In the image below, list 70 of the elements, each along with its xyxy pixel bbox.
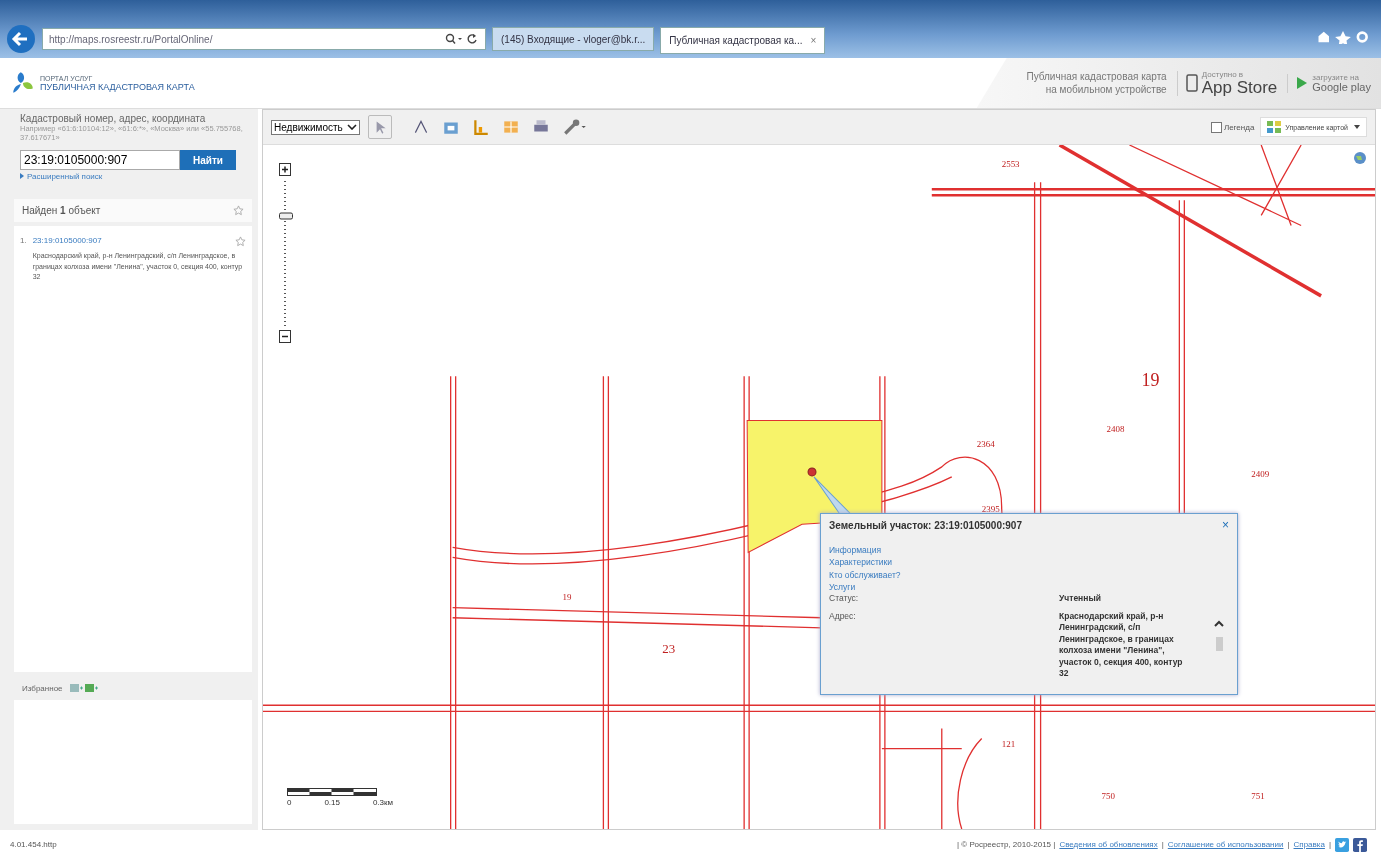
close-tab-button[interactable]: × [810, 35, 817, 46]
separator: | [1328, 840, 1331, 849]
parcel-number-label: 751 [1251, 790, 1265, 801]
field-label: Статус: [829, 593, 860, 605]
parcel-number-label: 121 [1001, 738, 1016, 749]
star-icon[interactable] [235, 236, 246, 247]
parcel-number-label: 2395 [981, 504, 1000, 515]
scale-label: 0 [287, 798, 292, 807]
popup-link[interactable]: Услуги [829, 580, 1229, 594]
legend-checkbox[interactable]: Легенда [1210, 121, 1255, 133]
search-refresh-icon[interactable] [445, 33, 479, 45]
search-field[interactable]: 23:19:0105000:907 [20, 150, 180, 170]
find-button[interactable]: Найти [180, 150, 236, 170]
field-value: Краснодарский край, р-н Ленинградский, с/п Ленинградское, в границах колхоза имени "Ленина", участок 0, секция 400, контур 32 [1059, 610, 1184, 680]
grid-icon [1267, 121, 1282, 133]
star-icon[interactable] [233, 205, 244, 216]
popup-title: Земельный участок: 23:19:0105000:907 [829, 519, 1022, 531]
popup-link[interactable]: Характеристики [829, 556, 1229, 569]
browser-tab[interactable]: Публичная кадастровая ка... × [660, 27, 826, 54]
facebook-icon[interactable] [1353, 837, 1367, 852]
parcel-number-label: 2364 [976, 438, 995, 449]
play-icon [1296, 74, 1309, 92]
globe-icon[interactable] [1353, 151, 1367, 165]
cadastral-number-link[interactable]: 23:19:0105000:907 [32, 236, 102, 247]
scale-label: 0.3км [372, 798, 393, 807]
field-value: Учтенный [1059, 593, 1102, 605]
footer-link[interactable]: Справка [1293, 840, 1325, 849]
parcel-number-label: 2408 [1106, 423, 1125, 434]
site-title: ПУБЛИЧНАЯ КАДАСТРОВАЯ КАРТА [40, 81, 195, 92]
favorites-title: Избранное [22, 683, 63, 693]
footer-link[interactable]: Сведения об обновлениях [1059, 840, 1158, 849]
zoom-in-button[interactable] [279, 163, 291, 176]
result-index: 1. [20, 236, 27, 247]
chevron-down-icon [346, 124, 357, 130]
logo-icon [12, 70, 34, 96]
phone-icon [1185, 74, 1198, 92]
zoom-slider-thumb[interactable] [279, 212, 293, 219]
parcel-number-label: 2553 [1001, 159, 1020, 170]
parcel-number-label: 2409 [1251, 468, 1270, 479]
browser-tab[interactable]: (145) Входящие - vloger@bk.r... [492, 27, 655, 51]
parcel-number-label: 19 [1141, 370, 1160, 391]
promo-text: Публичная кадастровая карта на мобильном устройстве [1025, 70, 1167, 96]
caret-icon [1354, 125, 1360, 129]
advanced-search-link[interactable]: Расширенный поиск [20, 172, 248, 181]
add-layer-icon[interactable] [68, 682, 99, 694]
bullet-icon [20, 173, 24, 179]
popup-link[interactable]: Кто обслуживает? [829, 568, 1229, 581]
app-store-link[interactable]: Доступно в App Store [1176, 70, 1278, 96]
back-icon[interactable] [6, 24, 36, 54]
footer-link[interactable]: Соглашение об использовании [1167, 840, 1284, 849]
popup-link[interactable]: Информация [829, 544, 1229, 557]
search-label: Кадастровый номер, адрес, координата [20, 113, 207, 124]
close-button[interactable]: × [1222, 518, 1229, 532]
separator: | [1161, 840, 1164, 849]
google-play-link[interactable]: загрузите на Google play [1287, 73, 1371, 93]
location-pin-icon [807, 467, 817, 477]
layer-select[interactable]: Недвижимость [271, 119, 360, 135]
address-bar[interactable]: http://maps.rosreestr.ru/PortalOnline/ [42, 28, 486, 50]
twitter-icon[interactable] [1335, 837, 1349, 852]
cursor-icon[interactable] [367, 115, 392, 139]
parcel-number-label: 750 [1101, 790, 1115, 801]
results-count: Найден 1 объект [22, 205, 101, 216]
separator: | [1287, 840, 1290, 849]
parcel-number-label: 23 [662, 640, 676, 656]
field-label: Адрес: [829, 610, 857, 623]
parcel-number-label: 19 [562, 591, 572, 602]
scale-label: 0.15 [324, 798, 340, 807]
copyright-text: | © Росреестр, 2010-2015 | [957, 840, 1056, 849]
zoom-out-button[interactable] [279, 330, 291, 343]
version-text: 4.01.454.http [10, 840, 57, 849]
